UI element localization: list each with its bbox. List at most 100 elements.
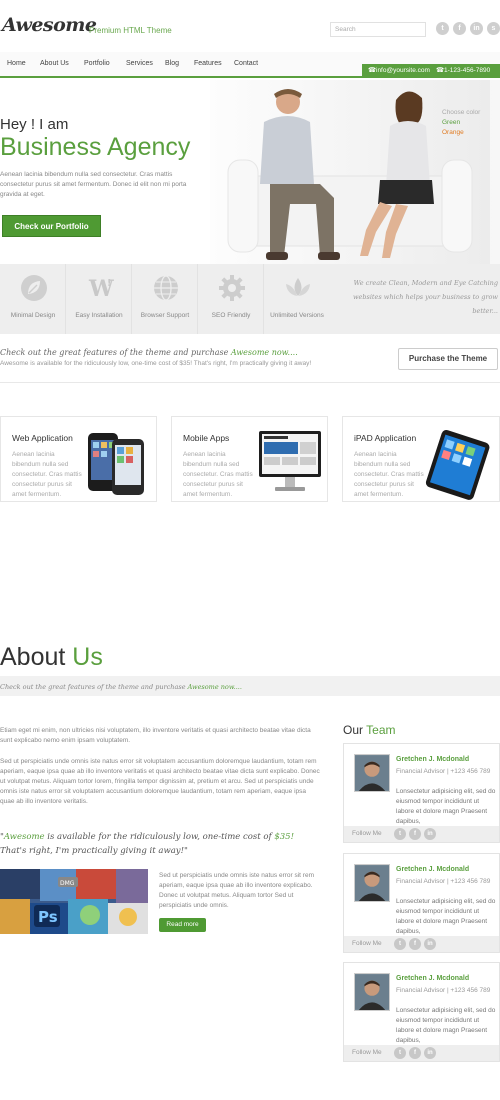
service-card-web-application[interactable]: Web Application Aenean lacinia bibendum … — [0, 416, 157, 502]
tablet-icon — [425, 429, 490, 500]
site-tagline: Premium HTML Theme — [89, 26, 172, 35]
member-role: Financial Advisor | +123 456 789 — [396, 768, 491, 775]
globe-icon — [154, 275, 178, 301]
feature-minimal-design: Minimal Design — [0, 264, 66, 334]
follow-label: Follow Me — [352, 1049, 382, 1056]
avatar — [354, 864, 390, 902]
follow-label: Follow Me — [352, 830, 382, 837]
purchase-heading: Check out the great features of the them… — [0, 348, 298, 357]
twitter-icon[interactable]: t — [394, 1047, 406, 1059]
linkedin-icon[interactable]: in — [470, 22, 483, 35]
feature-label: SEO Friendly — [211, 312, 251, 319]
hero-title: Business Agency — [0, 133, 191, 161]
smartphone-icon — [88, 433, 144, 495]
service-card-ipad-application[interactable]: iPAD Application Aenean lacinia bibendum… — [342, 416, 500, 502]
feature-easy-installation: W ! Easy Installation — [66, 264, 132, 334]
member-footer: Follow Me t f in — [344, 1045, 499, 1061]
member-name[interactable]: Gretchen J. Mcdonald — [396, 756, 469, 763]
nav-item-home[interactable]: Home — [7, 60, 26, 67]
facebook-icon[interactable]: f — [409, 1047, 421, 1059]
about-paragraph: Sed ut perspiciatis unde omnis iste natu… — [0, 758, 320, 805]
feature-label: Unlimited Versions — [270, 312, 324, 319]
member-bio: Lonsectetur adipisicing elit, sed do eiu… — [396, 898, 496, 935]
monitor-icon — [259, 431, 321, 491]
twitter-icon[interactable]: t — [436, 22, 449, 35]
follow-label: Follow Me — [352, 940, 382, 947]
svg-text:!: ! — [107, 278, 112, 289]
service-text: Aenean lacinia bibendum nulla sed consec… — [12, 451, 82, 498]
linkedin-icon[interactable]: in — [424, 1047, 436, 1059]
hero-text: Aenean lacinia bibendum nulla sed consec… — [0, 171, 187, 198]
service-text: Aenean lacinia bibendum nulla sed consec… — [183, 451, 253, 498]
color-chooser-label: Choose color — [442, 109, 481, 116]
team-member-card: Gretchen J. Mcdonald Financial Advisor |… — [343, 743, 500, 843]
avatar — [354, 973, 390, 1011]
nav-item-blog[interactable]: Blog — [165, 60, 179, 67]
facebook-icon[interactable]: f — [453, 22, 466, 35]
twitter-icon[interactable]: t — [394, 938, 406, 950]
contact-email[interactable]: info@yoursite.com — [376, 64, 430, 78]
avatar — [354, 754, 390, 792]
about-quote: "Awesome is available for the ridiculous… — [0, 832, 294, 856]
portfolio-button[interactable]: Check our Portfolio — [2, 215, 101, 237]
nav-item-contact[interactable]: Contact — [234, 60, 258, 67]
nav-item-portfolio[interactable]: Portfolio — [84, 60, 110, 67]
service-card-mobile-apps[interactable]: Mobile Apps Aenean lacinia bibendum null… — [171, 416, 328, 502]
read-more-button[interactable]: Read more — [159, 918, 206, 932]
member-role: Financial Advisor | +123 456 789 — [396, 878, 491, 885]
gear-icon — [219, 275, 245, 301]
member-name[interactable]: Gretchen J. Mcdonald — [396, 975, 469, 982]
phone-icon: ☎ — [436, 67, 445, 74]
leaf-icon — [21, 275, 47, 301]
facebook-icon[interactable]: f — [409, 938, 421, 950]
svg-text:Ps: Ps — [38, 908, 58, 926]
color-chooser: Choose color Green Orange — [442, 108, 480, 138]
feature-browser-support: Browser Support — [132, 264, 198, 334]
about-image-collage: Ps DMG — [0, 869, 148, 934]
twitter-icon[interactable]: t — [394, 828, 406, 840]
linkedin-icon[interactable]: in — [424, 828, 436, 840]
feature-seo-friendly: SEO Friendly — [198, 264, 264, 334]
site-logo[interactable]: Awesome — [2, 14, 97, 36]
service-title: Web Application — [12, 433, 73, 443]
purchase-subtext: Awesome is available for the ridiculousl… — [0, 360, 312, 367]
feature-label: Minimal Design — [10, 312, 56, 319]
service-title: Mobile Apps — [183, 433, 230, 443]
member-name[interactable]: Gretchen J. Mcdonald — [396, 866, 469, 873]
hero-greeting: Hey ! I am — [0, 116, 69, 133]
member-footer: Follow Me t f in — [344, 936, 499, 952]
member-footer: Follow Me t f in — [344, 826, 499, 842]
about-side-text: Sed ut perspiciatis unde omnis iste natu… — [159, 872, 314, 909]
wordpress-icon: W ! — [88, 276, 114, 302]
team-title: Our Team — [343, 723, 396, 737]
team-member-card: Gretchen J. Mcdonald Financial Advisor |… — [343, 962, 500, 1062]
service-title: iPAD Application — [354, 433, 417, 443]
about-paragraph: Etiam eget mi enim, non ultricies nisi v… — [0, 727, 311, 744]
divider — [0, 382, 500, 383]
nav-item-features[interactable]: Features — [194, 60, 222, 67]
feature-label: Browser Support — [140, 312, 190, 319]
skype-icon[interactable]: s — [487, 22, 500, 35]
feature-unlimited-versions: Unlimited Versions — [264, 264, 330, 334]
search-input[interactable]: Search — [330, 22, 426, 37]
about-title: About Us — [0, 643, 103, 671]
svg-text:DMG: DMG — [60, 880, 75, 887]
member-role: Financial Advisor | +123 456 789 — [396, 987, 491, 994]
member-bio: Lonsectetur adipisicing elit, sed do eiu… — [396, 788, 496, 825]
purchase-theme-button[interactable]: Purchase the Theme — [398, 348, 498, 370]
service-text: Aenean lacinia bibendum nulla sed consec… — [354, 451, 424, 498]
feature-label: Easy Installation — [75, 312, 123, 319]
team-member-card: Gretchen J. Mcdonald Financial Advisor |… — [343, 853, 500, 953]
linkedin-icon[interactable]: in — [424, 938, 436, 950]
facebook-icon[interactable]: f — [409, 828, 421, 840]
features-quote: We create Clean, Modern and Eye Catching… — [352, 279, 498, 315]
contact-phone: 1-123-456-7890 — [444, 67, 491, 74]
nav-item-about[interactable]: About Us — [40, 60, 69, 67]
nav-item-services[interactable]: Services — [126, 60, 153, 67]
contact-bar: ☎ info@yoursite.com ☎ 1-123-456-7890 — [362, 64, 500, 78]
color-option-green[interactable]: Green — [442, 118, 480, 128]
color-option-orange[interactable]: Orange — [442, 128, 480, 138]
phone-icon: ☎ — [368, 67, 377, 74]
lotus-icon — [286, 278, 310, 296]
about-band-text: Check out the great features of the them… — [0, 683, 242, 691]
